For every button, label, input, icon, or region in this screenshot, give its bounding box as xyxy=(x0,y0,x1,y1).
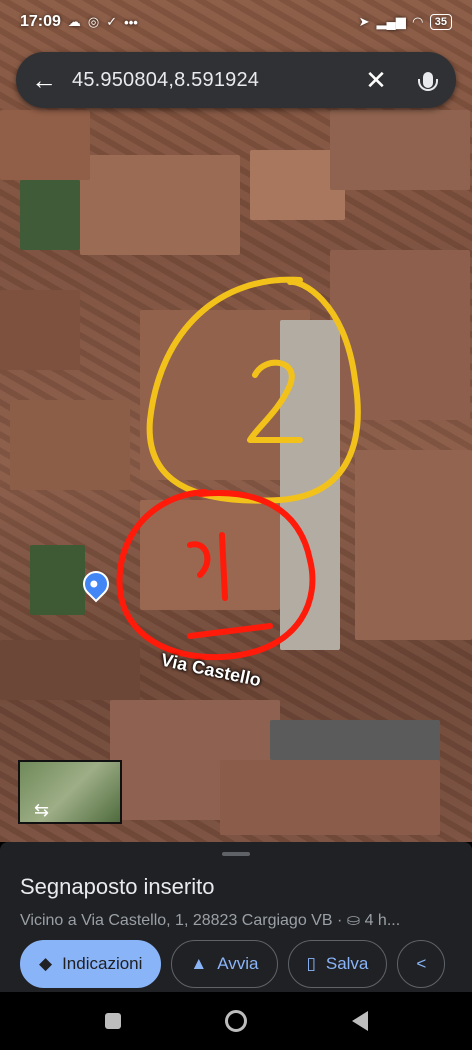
back-icon[interactable] xyxy=(351,1011,368,1031)
battery-icon: 35 xyxy=(429,14,452,30)
action-chips: ◆ Indicazioni ▲ Avvia ▯ Salva < xyxy=(20,940,446,988)
rotate-arrows-icon: ⇆ xyxy=(34,800,50,820)
start-button[interactable]: ▲ Avvia xyxy=(171,940,278,988)
annotation-overlay xyxy=(116,276,361,661)
notification-icon: ☁ xyxy=(67,14,81,29)
satellite-map[interactable]: Via Castello ⇆ xyxy=(0,0,472,842)
navigation-arrow-icon: ▲ xyxy=(190,954,208,973)
back-arrow-icon[interactable]: ← xyxy=(16,52,72,108)
app-icon: ✓ xyxy=(106,14,118,29)
place-bottom-sheet[interactable]: Segnaposto inserito Vicino a Via Castell… xyxy=(0,842,472,992)
microphone-icon[interactable] xyxy=(400,72,456,91)
drag-handle[interactable] xyxy=(222,852,250,856)
directions-button[interactable]: ◆ Indicazioni xyxy=(20,940,162,988)
save-button[interactable]: ▯ Salva xyxy=(287,940,388,988)
directions-icon: ◆ xyxy=(39,954,53,973)
wifi-icon: ◠ xyxy=(412,14,423,29)
more-notifications-icon: ••• xyxy=(124,14,138,30)
home-icon[interactable] xyxy=(225,1010,247,1032)
street-view-thumbnail[interactable]: ⇆ xyxy=(18,760,122,824)
place-title: Segnaposto inserito xyxy=(20,874,215,899)
place-address: Vicino a Via Castello, 1, 28823 Cargiago… xyxy=(20,912,401,929)
recents-icon[interactable] xyxy=(104,1013,121,1029)
whatsapp-icon: ◎ xyxy=(87,14,100,29)
share-icon: < xyxy=(416,954,427,973)
search-bar[interactable]: ← 45.950804,8.591924 ✕ xyxy=(16,52,456,108)
bookmark-icon: ▯ xyxy=(306,954,316,973)
location-icon: ➤ xyxy=(358,14,370,29)
search-input[interactable]: 45.950804,8.591924 xyxy=(72,69,352,92)
status-bar: 17:09 ☁ ◎ ✓ ••• ➤ ▂▄▆ ◠ 35 xyxy=(0,0,472,44)
close-icon[interactable]: ✕ xyxy=(352,65,400,96)
system-nav-bar xyxy=(0,992,472,1050)
signal-icon: ▂▄▆ xyxy=(376,14,406,29)
share-button[interactable]: < xyxy=(397,940,446,988)
status-time: 17:09 xyxy=(20,13,61,30)
